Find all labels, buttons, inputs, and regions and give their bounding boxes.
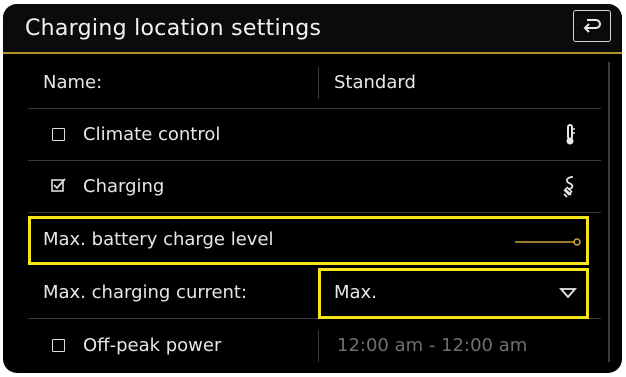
infotainment-screen: Charging location settings Name: Standar… [3,4,622,373]
battery-charge-level-highlight [28,216,589,265]
thermometer-icon [566,124,575,145]
off-peak-time-range: 12:00 am - 12:00 am [337,335,528,356]
name-value: Standard [334,72,416,93]
charging-current-label: Max. charging current: [43,282,248,303]
climate-control-row[interactable]: Climate control [3,109,603,161]
charging-checkbox-checked-icon[interactable] [51,177,67,193]
off-peak-power-row[interactable]: Off-peak power 12:00 am - 12:00 am [3,320,603,372]
charging-current-highlight [318,268,589,319]
column-separator [318,67,319,99]
column-separator [318,330,319,362]
name-row[interactable]: Name: Standard [3,57,603,109]
charging-label: Charging [83,176,165,197]
off-peak-power-label: Off-peak power [83,335,222,356]
back-arrow-icon [583,19,601,33]
back-button[interactable] [573,10,611,42]
scrollbar[interactable] [608,62,610,362]
climate-control-label: Climate control [83,124,221,145]
off-peak-power-checkbox[interactable] [52,339,65,352]
name-label: Name: [43,72,103,93]
header-divider [3,52,622,54]
row-divider [28,212,601,213]
charging-row[interactable]: Charging [3,161,603,213]
charging-plug-icon [563,176,574,198]
climate-control-checkbox[interactable] [52,128,65,141]
page-title: Charging location settings [25,16,322,41]
header-bar: Charging location settings [3,4,622,52]
